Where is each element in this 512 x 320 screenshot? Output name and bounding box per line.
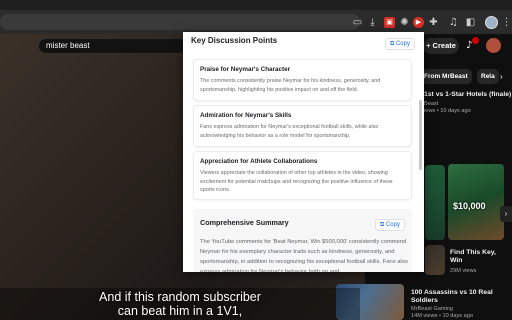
- card-body: Viewers appreciate the collaboration of …: [200, 170, 393, 193]
- video-caption: And if this random subscriber can beat h…: [0, 290, 360, 318]
- discussion-card: Appreciation for Athlete Collaborations …: [193, 151, 412, 200]
- rec-2-meta: 29M views: [450, 268, 477, 274]
- copy-label: Copy: [395, 41, 410, 47]
- rec-1-title[interactable]: 1st vs 1-Star Hotels (finale): [424, 91, 511, 99]
- copy-label: Copy: [385, 222, 400, 228]
- youtube-summary-extension-icon[interactable]: ▶: [413, 17, 424, 28]
- rec-1-meta: iews • 10 days ago: [424, 108, 471, 114]
- sidebar-icon[interactable]: ◧: [465, 17, 476, 28]
- tab-strip: [0, 0, 512, 10]
- summary-title: Comprehensive Summary: [200, 218, 289, 227]
- rec-3-title[interactable]: 100 Assassins vs 10 Real Soldiers: [411, 289, 506, 305]
- discussion-card: Admiration for Neymar's Skills Fans expr…: [193, 105, 412, 147]
- more-vert-icon[interactable]: ⋮: [501, 17, 512, 28]
- card-title: Admiration for Neymar's Skills: [200, 112, 292, 119]
- panel-scrollbar[interactable]: [419, 100, 422, 170]
- rec-thumbnail-2[interactable]: [425, 245, 445, 275]
- card-body: Fans express admiration for Neymar's exc…: [200, 124, 379, 139]
- card-title: Praise for Neymar's Character: [200, 66, 291, 73]
- notification-badge: [472, 37, 479, 44]
- panel-title: Key Discussion Points: [191, 36, 278, 45]
- rec-1-channel[interactable]: Beast: [424, 101, 438, 108]
- media-control-icon[interactable]: ♫: [448, 17, 459, 28]
- card-title: Appreciation for Athlete Collaborations: [200, 158, 318, 165]
- profile-avatar-icon[interactable]: [485, 16, 498, 29]
- rec-2-thumb-text: $10,000: [453, 201, 486, 211]
- chip-related[interactable]: Rela: [477, 69, 499, 84]
- rec-3-channel[interactable]: MrBeast Gaming: [411, 306, 453, 313]
- gear-icon[interactable]: ✺: [399, 17, 410, 28]
- discussion-card: Praise for Neymar's Character The commen…: [193, 59, 412, 101]
- extension-red-icon[interactable]: ▣: [384, 17, 395, 28]
- copy-summary-button[interactable]: ⧉ Copy: [375, 219, 405, 231]
- summary-body: The YouTube comments for 'Beat Neymar, W…: [200, 239, 408, 272]
- caption-line-1: And if this random subscriber: [99, 290, 261, 304]
- copy-icon: ⧉: [390, 40, 395, 47]
- rec-2-title[interactable]: Find This Key, Win: [450, 249, 500, 265]
- rec-3-meta: 14M views • 10 days ago: [411, 313, 473, 319]
- summary-extension-panel: Key Discussion Points ⧉ Copy Praise for …: [183, 32, 424, 272]
- chevron-right-icon[interactable]: ›: [500, 206, 512, 222]
- avatar[interactable]: [486, 38, 501, 53]
- picture-in-picture-icon[interactable]: ▭: [352, 17, 363, 28]
- rec-thumbnail[interactable]: [425, 165, 445, 240]
- create-button[interactable]: + Create: [423, 38, 459, 54]
- puzzle-icon[interactable]: ✚: [428, 17, 439, 28]
- copy-icon: ⧉: [380, 221, 385, 228]
- search-input-value: mister beast: [46, 41, 90, 50]
- address-bar[interactable]: [0, 14, 360, 30]
- chip-from-mrbeast[interactable]: From MrBeast: [420, 69, 472, 84]
- caption-line-2: can beat him in a 1V1,: [117, 304, 243, 318]
- download-icon[interactable]: ⤓: [367, 17, 378, 28]
- copy-key-points-button[interactable]: ⧉ Copy: [385, 38, 415, 50]
- card-body: The comments consistently praise Neymar …: [200, 78, 381, 93]
- chip-scroll-right-icon[interactable]: ›: [500, 69, 512, 84]
